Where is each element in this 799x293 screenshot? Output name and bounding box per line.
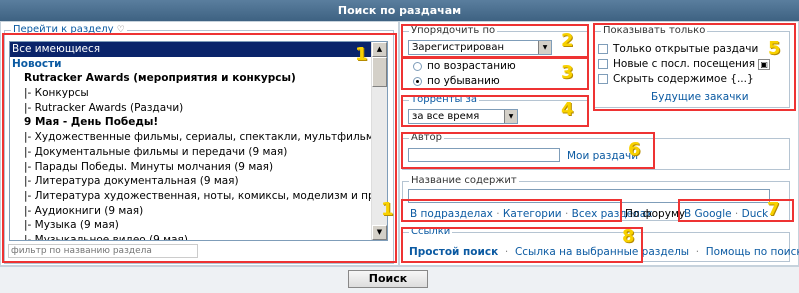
highlight-box-1 (2, 33, 397, 263)
marker-1b: 1 (381, 199, 394, 220)
search-button[interactable]: Поиск (348, 270, 428, 288)
highlight-box-6 (401, 132, 655, 169)
title-contains-legend: Название содержит (409, 175, 519, 187)
marker-7: 7 (767, 199, 780, 220)
marker-8: 8 (622, 226, 635, 247)
highlight-box-8 (401, 227, 643, 263)
highlight-box-1b (401, 199, 622, 222)
window-title: Поиск по раздачам (0, 0, 799, 21)
marker-6: 6 (628, 139, 641, 160)
marker-3: 3 (561, 62, 574, 83)
marker-4: 4 (561, 99, 574, 120)
highlight-box-5 (593, 23, 796, 111)
search-help-link[interactable]: Помощь по поиску (706, 246, 799, 258)
by-forum-label: По форуму (625, 208, 686, 220)
marker-1: 1 (355, 44, 368, 65)
marker-2: 2 (561, 30, 574, 51)
marker-5: 5 (768, 38, 781, 59)
